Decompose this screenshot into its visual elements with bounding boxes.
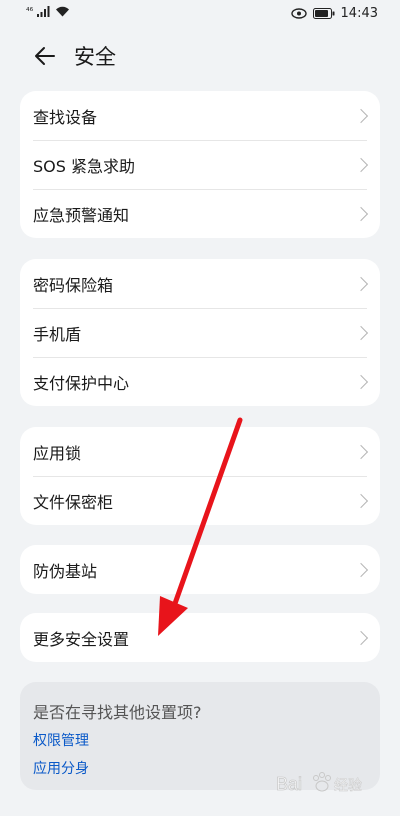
chevron-right-icon (353, 374, 369, 389)
row-label: 支付保护中心 (33, 373, 130, 393)
status-left: ⁴⁶ (26, 6, 70, 17)
card-privacy: 应用锁 文件保密柜 (20, 427, 380, 525)
row-anti-fake-station[interactable]: 防伪基站 (20, 545, 380, 594)
svg-text:经验: 经验 (334, 778, 362, 794)
card-more: 更多安全设置 (20, 613, 380, 662)
row-file-safe[interactable]: 文件保密柜 (20, 476, 380, 525)
row-label: 应急预警通知 (33, 205, 130, 225)
suggestion-title: 是否在寻找其他设置项? (33, 703, 202, 722)
status-bar: ⁴⁶ 14:43 (0, 0, 400, 28)
row-label: 查找设备 (33, 107, 98, 127)
row-label: 应用锁 (33, 443, 82, 463)
row-label: 密码保险箱 (33, 275, 114, 295)
row-sos[interactable]: SOS 紧急求助 (20, 140, 380, 189)
chevron-right-icon (353, 276, 369, 291)
row-payment-protection[interactable]: 支付保护中心 (20, 357, 380, 406)
row-more-security-settings[interactable]: 更多安全设置 (20, 613, 380, 662)
chevron-right-icon (353, 630, 369, 645)
status-right: 14:43 (290, 6, 378, 21)
link-app-twin[interactable]: 应用分身 (33, 758, 89, 778)
row-label: 文件保密柜 (33, 492, 114, 512)
card-payment-safety: 密码保险箱 手机盾 支付保护中心 (20, 259, 380, 406)
chevron-right-icon (353, 157, 369, 172)
card-device-safety: 查找设备 SOS 紧急求助 应急预警通知 (20, 91, 380, 238)
row-label: SOS 紧急求助 (33, 156, 135, 176)
row-password-vault[interactable]: 密码保险箱 (20, 259, 380, 308)
row-phone-shield[interactable]: 手机盾 (20, 308, 380, 357)
row-label: 防伪基站 (33, 561, 98, 581)
eye-icon (290, 8, 307, 19)
row-app-lock[interactable]: 应用锁 (20, 427, 380, 476)
status-time: 14:43 (340, 6, 378, 21)
row-find-device[interactable]: 查找设备 (20, 91, 380, 140)
svg-text:Bai: Bai (276, 774, 302, 794)
page-title: 安全 (74, 45, 116, 69)
wifi-icon (56, 6, 70, 17)
chevron-right-icon (353, 108, 369, 123)
battery-icon (312, 8, 335, 19)
chevron-right-icon (353, 325, 369, 340)
watermark: Bai 经验 (276, 768, 376, 798)
chevron-right-icon (353, 562, 369, 577)
row-label: 更多安全设置 (33, 629, 130, 649)
header: 安全 (0, 32, 400, 80)
chevron-right-icon (353, 493, 369, 508)
chevron-right-icon (353, 206, 369, 221)
signal-icon (37, 6, 50, 17)
row-label: 手机盾 (33, 324, 82, 344)
paw-logo-icon: Bai 经验 (276, 772, 362, 794)
network-type-label: ⁴⁶ (26, 6, 34, 17)
card-fake-station: 防伪基站 (20, 545, 380, 594)
arrow-left-icon[interactable] (30, 41, 60, 71)
chevron-right-icon (353, 444, 369, 459)
row-emergency-alerts[interactable]: 应急预警通知 (20, 189, 380, 238)
link-permission-management[interactable]: 权限管理 (33, 730, 89, 750)
